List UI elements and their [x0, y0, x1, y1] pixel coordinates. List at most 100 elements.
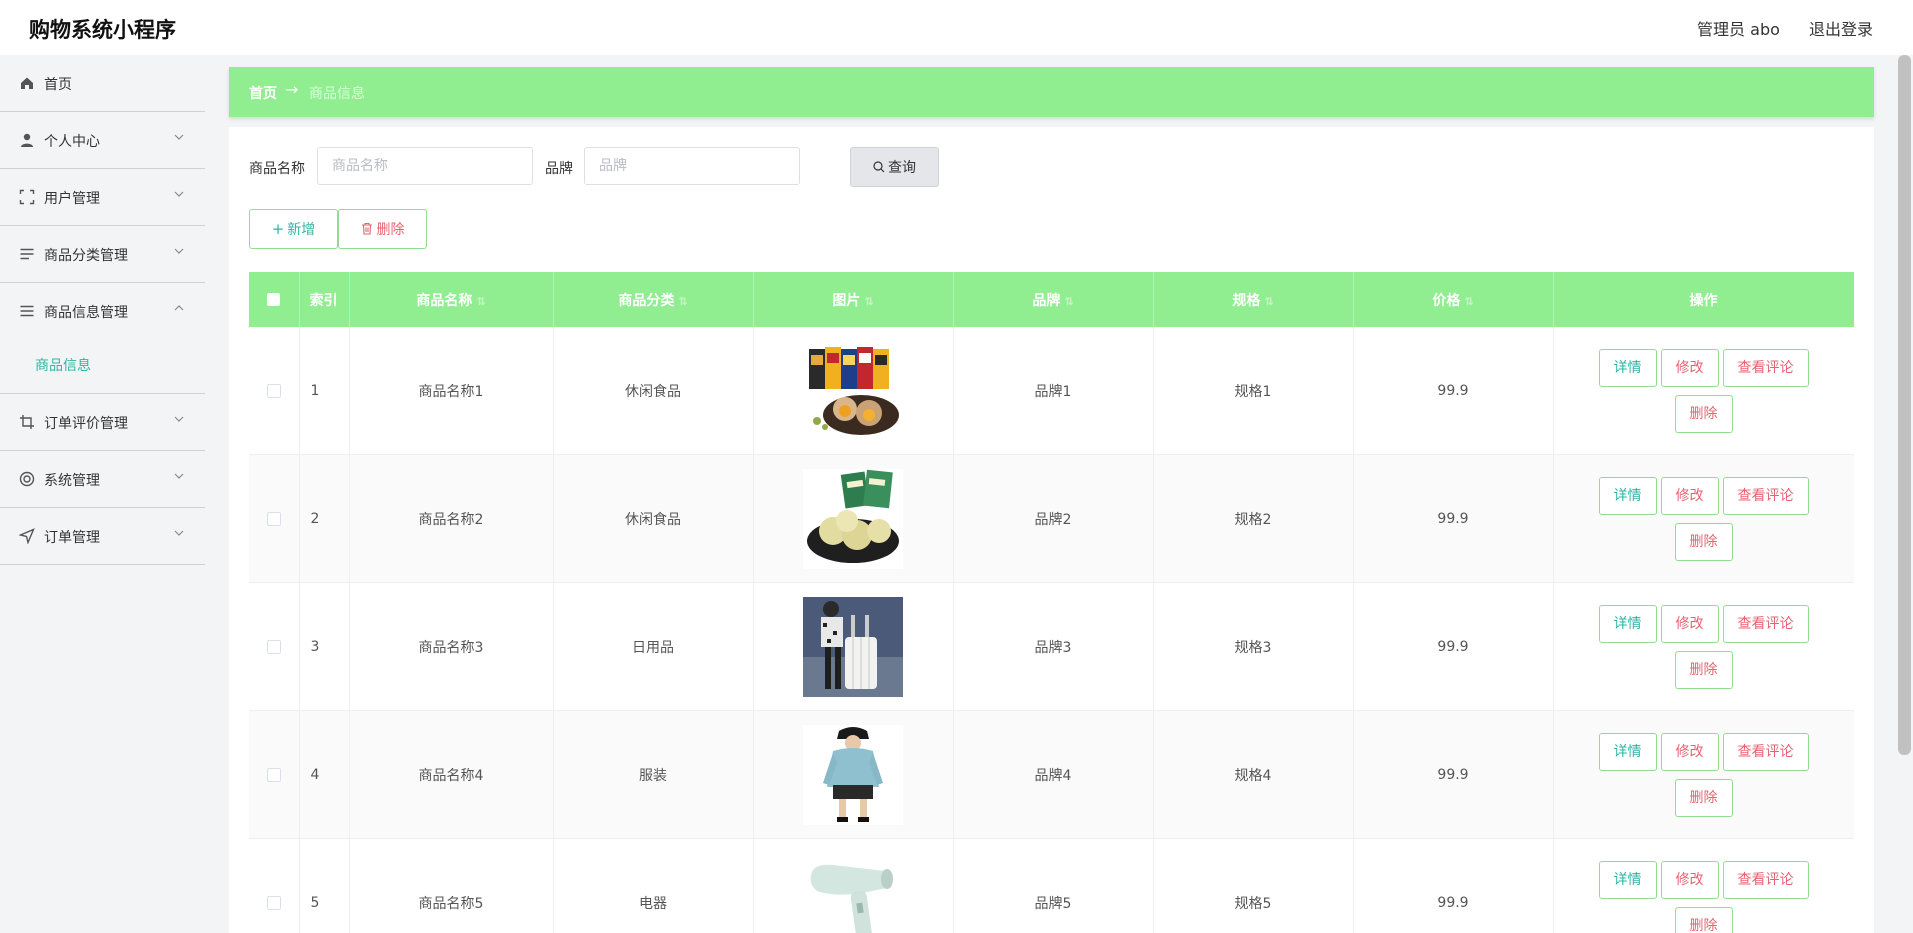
column-header-label: 规格 — [1232, 292, 1261, 309]
product-name-search-input[interactable] — [317, 147, 533, 185]
sort-icon[interactable]: ⇅ — [1264, 295, 1273, 308]
sidebar-item-label: 订单管理 — [44, 530, 100, 546]
detail-button[interactable]: 详情 — [1598, 732, 1657, 771]
detail-button[interactable]: 详情 — [1598, 348, 1657, 387]
plus-icon: + — [271, 220, 285, 238]
edit-button[interactable]: 修改 — [1660, 732, 1719, 771]
sidebar-item-user-management[interactable]: 用户管理 — [0, 169, 205, 226]
sidebar-item-system-management[interactable]: 系统管理 — [0, 451, 205, 508]
sidebar-item-order-review-management[interactable]: 订单评价管理 — [0, 394, 205, 451]
row-checkbox[interactable] — [266, 767, 281, 782]
row-brand: 品牌4 — [953, 710, 1154, 839]
sidebar-item-personal-center[interactable]: 个人中心 — [0, 112, 205, 169]
brand-search-input[interactable] — [584, 147, 800, 185]
hairdryer-photo[interactable] — [803, 852, 903, 933]
row-price: 99.9 — [1353, 454, 1554, 583]
row-category: 休闲食品 — [553, 454, 754, 583]
sidebar-item-order-management[interactable]: 订单管理 — [0, 508, 205, 565]
column-header-name[interactable]: 商品名称 ⇅ — [349, 272, 554, 327]
row-index: 2 — [299, 454, 350, 583]
row-product-name: 商品名称1 — [349, 327, 554, 455]
sort-icon[interactable]: ⇅ — [1064, 295, 1073, 308]
batch-delete-button[interactable]: 删除 — [338, 209, 427, 249]
column-header-label: 价格 — [1432, 292, 1461, 309]
detail-button[interactable]: 详情 — [1598, 604, 1657, 643]
row-checkbox[interactable] — [266, 511, 281, 526]
row-brand: 品牌5 — [953, 838, 1154, 933]
detail-button[interactable]: 详情 — [1598, 476, 1657, 515]
row-spec: 规格5 — [1153, 838, 1354, 933]
hoodie-photo[interactable] — [803, 724, 903, 825]
sort-icon[interactable]: ⇅ — [864, 295, 873, 308]
chevron-down-icon — [174, 191, 184, 197]
view-reviews-button[interactable]: 查看评论 — [1722, 732, 1809, 771]
row-select-cell[interactable] — [249, 454, 300, 583]
select-all-cell[interactable] — [249, 272, 300, 327]
view-reviews-button[interactable]: 查看评论 — [1722, 348, 1809, 387]
row-index: 1 — [299, 327, 350, 455]
column-header-brand[interactable]: 品牌 ⇅ — [953, 272, 1154, 327]
row-actions-cell: 详情 修改 查看评论删除 — [1553, 327, 1854, 455]
edit-button[interactable]: 修改 — [1660, 604, 1719, 643]
row-actions: 详情 修改 查看评论删除 — [1589, 345, 1819, 437]
column-header-category[interactable]: 商品分类 ⇅ — [553, 272, 754, 327]
edit-button[interactable]: 修改 — [1660, 348, 1719, 387]
add-button[interactable]: + 新增 — [249, 209, 338, 249]
row-select-cell[interactable] — [249, 710, 300, 839]
table-row: 5 商品名称5 电器 品牌5 规格5 99.9 详情 修改 查看评论 删除 — [249, 838, 1854, 933]
mooncake-box-photo[interactable] — [803, 340, 903, 441]
table-header-row: 索引 商品名称 ⇅ 商品分类 ⇅ 图片 ⇅ 品牌 ⇅ 规格 ⇅ 价格 ⇅ 操作 — [249, 272, 1854, 327]
row-select-cell[interactable] — [249, 582, 300, 711]
row-brand: 品牌3 — [953, 582, 1154, 711]
query-button[interactable]: 查询 — [850, 147, 939, 187]
row-checkbox[interactable] — [266, 895, 281, 910]
green-pastry-photo[interactable] — [803, 468, 903, 569]
row-category: 服装 — [553, 710, 754, 839]
view-reviews-button[interactable]: 查看评论 — [1722, 860, 1809, 899]
edit-button[interactable]: 修改 — [1660, 860, 1719, 899]
sidebar-item-home[interactable]: 首页 — [0, 55, 205, 112]
row-actions: 详情 修改 查看评论删除 — [1589, 473, 1819, 565]
sidebar-item-product-info-management[interactable]: 商品信息管理 — [0, 283, 205, 339]
home-icon — [21, 77, 33, 89]
select-all-checkbox[interactable] — [267, 293, 281, 306]
delete-button[interactable]: 删除 — [1674, 778, 1733, 817]
sidebar-subitem-product-info[interactable]: 商品信息 — [0, 339, 205, 394]
sidebar-item-label: 商品分类管理 — [44, 248, 128, 264]
row-actions: 详情 修改 查看评论删除 — [1589, 601, 1819, 693]
row-checkbox[interactable] — [266, 639, 281, 654]
column-header-label: 品牌 — [1032, 292, 1061, 309]
row-select-cell[interactable] — [249, 327, 300, 455]
delete-button[interactable]: 删除 — [1674, 394, 1733, 433]
column-header-price[interactable]: 价格 ⇅ — [1353, 272, 1554, 327]
sidebar-item-category-management[interactable]: 商品分类管理 — [0, 226, 205, 283]
logout-link[interactable]: 退出登录 — [1809, 20, 1873, 39]
row-image-cell — [753, 327, 954, 455]
delete-button[interactable]: 删除 — [1674, 522, 1733, 561]
row-product-name: 商品名称2 — [349, 454, 554, 583]
breadcrumb-home-link[interactable]: 首页 — [249, 83, 277, 103]
delete-button[interactable]: 删除 — [1674, 650, 1733, 689]
delete-button[interactable]: 删除 — [1674, 906, 1733, 933]
chevron-down-icon — [174, 530, 184, 536]
chevron-down-icon — [174, 473, 184, 479]
row-select-cell[interactable] — [249, 838, 300, 933]
luggage-photo[interactable] — [803, 596, 903, 697]
column-header-spec[interactable]: 规格 ⇅ — [1153, 272, 1354, 327]
row-index: 4 — [299, 710, 350, 839]
sort-icon[interactable]: ⇅ — [476, 295, 485, 308]
view-reviews-button[interactable]: 查看评论 — [1722, 604, 1809, 643]
page-scrollbar[interactable] — [1898, 55, 1911, 755]
row-checkbox[interactable] — [266, 383, 281, 398]
column-header-image[interactable]: 图片 ⇅ — [753, 272, 954, 327]
table-row: 4 商品名称4 服装 品牌4 规格4 99.9 详情 修改 查看评论 删除 — [249, 710, 1854, 839]
sort-icon[interactable]: ⇅ — [678, 295, 687, 308]
breadcrumb: 首页 → 商品信息 — [229, 67, 1874, 117]
sort-icon[interactable]: ⇅ — [1464, 295, 1473, 308]
chevron-down-icon — [174, 248, 184, 254]
detail-button[interactable]: 详情 — [1598, 860, 1657, 899]
breadcrumb-arrow-icon: → — [285, 80, 299, 99]
app-title: 购物系统小程序 — [29, 18, 176, 42]
edit-button[interactable]: 修改 — [1660, 476, 1719, 515]
view-reviews-button[interactable]: 查看评论 — [1722, 476, 1809, 515]
